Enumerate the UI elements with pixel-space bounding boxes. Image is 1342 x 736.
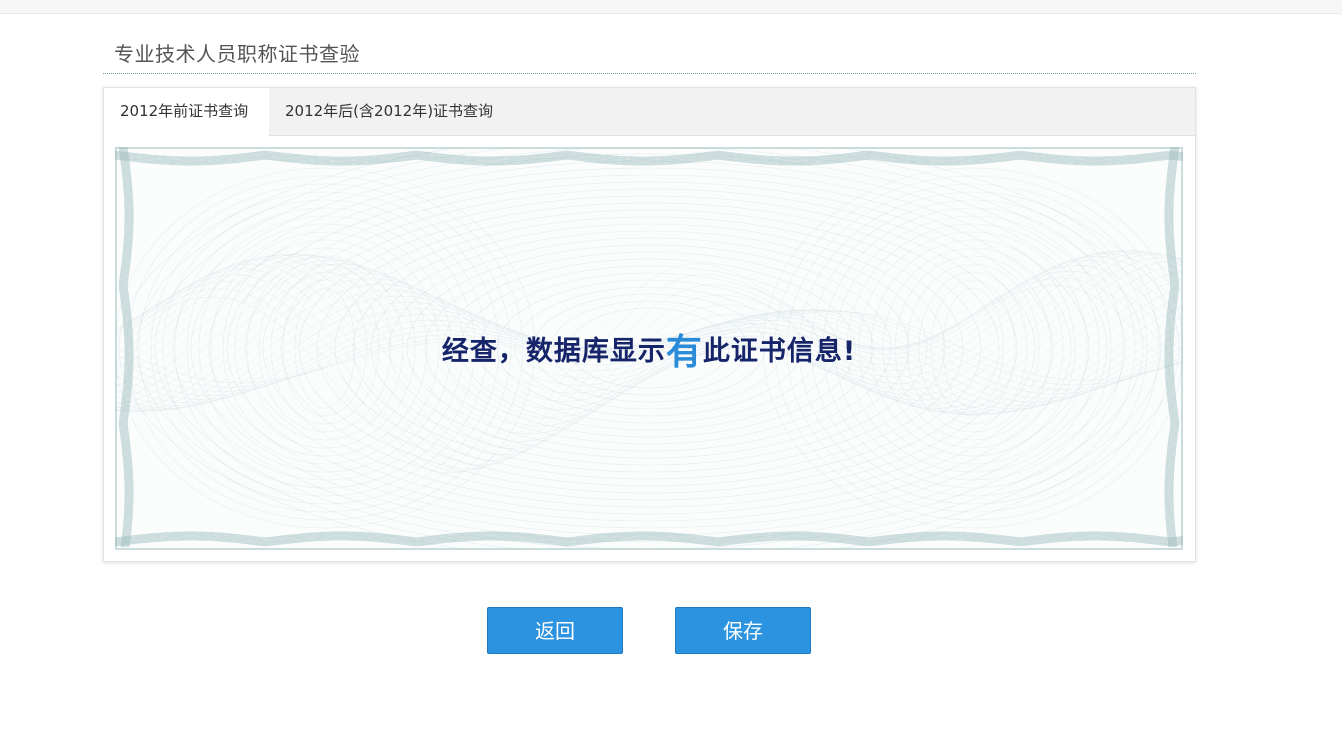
result-suffix: 此证书信息! (702, 336, 857, 367)
result-prefix: 经查，数据库显示 (441, 336, 666, 367)
top-bar (0, 0, 1342, 14)
result-highlight: 有 (665, 331, 703, 373)
save-button[interactable]: 保存 (675, 607, 811, 654)
title-divider (103, 73, 1196, 74)
back-button[interactable]: 返回 (487, 607, 623, 654)
certificate-panel: 2012年前证书查询 2012年后(含2012年)证书查询 经查，数据库显示有此… (103, 87, 1196, 562)
certificate-area: 经查，数据库显示有此证书信息! (115, 147, 1183, 550)
tab-bar: 2012年前证书查询 2012年后(含2012年)证书查询 (104, 88, 1195, 136)
tab-before-2012[interactable]: 2012年前证书查询 (104, 88, 269, 136)
page-title: 专业技术人员职称证书查验 (114, 42, 360, 66)
tab-after-2012[interactable]: 2012年后(含2012年)证书查询 (269, 88, 529, 135)
result-message: 经查，数据库显示有此证书信息! (115, 147, 1183, 550)
